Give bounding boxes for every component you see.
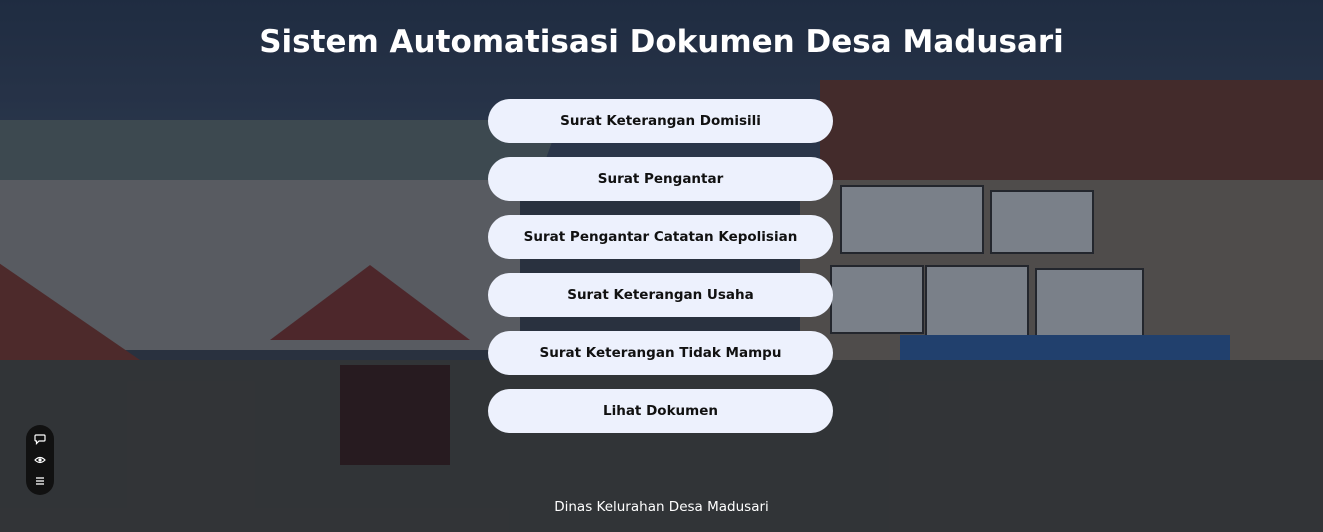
surat-keterangan-tidak-mampu-button[interactable]: Surat Keterangan Tidak Mampu: [488, 331, 833, 375]
surat-pengantar-button[interactable]: Surat Pengantar: [488, 157, 833, 201]
lihat-dokumen-button[interactable]: Lihat Dokumen: [488, 389, 833, 433]
floating-toolbar: [26, 425, 54, 495]
surat-pengantar-catatan-kepolisian-button[interactable]: Surat Pengantar Catatan Kepolisian: [488, 215, 833, 259]
surat-keterangan-usaha-button[interactable]: Surat Keterangan Usaha: [488, 273, 833, 317]
document-menu: Surat Keterangan Domisili Surat Penganta…: [488, 99, 833, 433]
footer-text: Dinas Kelurahan Desa Madusari: [554, 499, 769, 515]
list-icon[interactable]: [32, 473, 48, 489]
surat-keterangan-domisili-button[interactable]: Surat Keterangan Domisili: [488, 99, 833, 143]
comment-icon[interactable]: [32, 431, 48, 447]
page-title: Sistem Automatisasi Dokumen Desa Madusar…: [259, 24, 1064, 60]
eye-icon[interactable]: [32, 452, 48, 468]
